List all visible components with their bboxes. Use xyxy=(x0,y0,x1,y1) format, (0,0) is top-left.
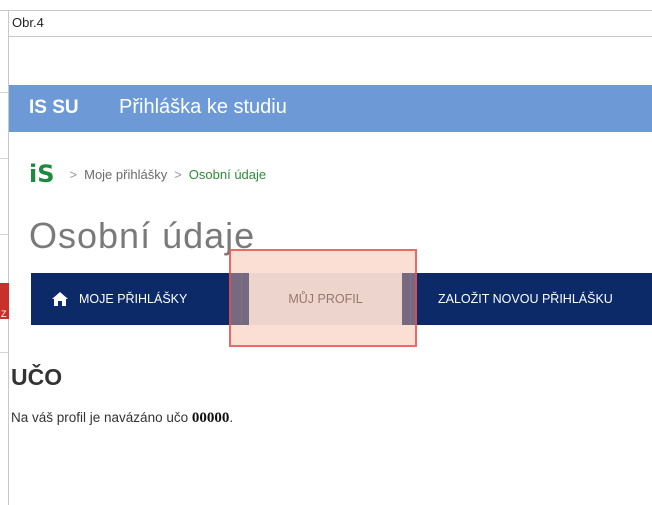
document-top-border xyxy=(0,10,652,11)
annotation-highlight-box xyxy=(229,249,417,347)
side-tab-letter: Z xyxy=(1,309,7,319)
app-header: IS SU Přihláška ke studiu xyxy=(9,85,652,132)
application-screenshot: IS SU Přihláška ke studiu iS > Moje přih… xyxy=(9,37,652,505)
uco-value: 00000 xyxy=(191,410,230,426)
app-title: Přihláška ke studiu xyxy=(119,96,287,118)
document-margin-tick xyxy=(0,234,8,235)
nav-item-label: MOJE PŘIHLÁŠKY xyxy=(79,292,188,306)
breadcrumb-link-moje-prihlasky[interactable]: Moje přihlášky xyxy=(84,167,167,182)
breadcrumb-separator-icon: > xyxy=(69,166,78,182)
nav-item-label: ZALOŽIT NOVOU PŘIHLÁŠKU xyxy=(438,292,613,306)
page-title: Osobní údaje xyxy=(29,215,256,256)
document-margin-tick xyxy=(0,352,8,353)
uco-text-suffix: . xyxy=(229,410,234,425)
breadcrumb-separator-icon: > xyxy=(174,166,182,182)
figure-caption: Obr.4 xyxy=(12,15,44,30)
document-margin-tick xyxy=(0,92,8,93)
uco-text-prefix: Na váš profil je navázáno učo xyxy=(11,410,192,425)
breadcrumb: iS > Moje přihlášky > Osobní údaje xyxy=(29,162,266,186)
home-icon xyxy=(52,292,68,306)
document-margin-tick xyxy=(0,158,8,159)
brand-logo[interactable]: IS SU xyxy=(29,97,79,119)
uco-text: Na váš profil je navázáno učo 00000. xyxy=(11,410,233,427)
uco-heading: UČO xyxy=(11,364,63,390)
nav-item-moje-prihlasky[interactable]: MOJE PŘIHLÁŠKY xyxy=(51,273,187,325)
is-logo-icon[interactable]: iS xyxy=(29,162,55,186)
breadcrumb-current[interactable]: Osobní údaje xyxy=(189,167,266,182)
nav-item-zalozit-novou-prihlasku[interactable]: ZALOŽIT NOVOU PŘIHLÁŠKU xyxy=(438,273,613,325)
document-side-tab: Z xyxy=(0,283,9,319)
